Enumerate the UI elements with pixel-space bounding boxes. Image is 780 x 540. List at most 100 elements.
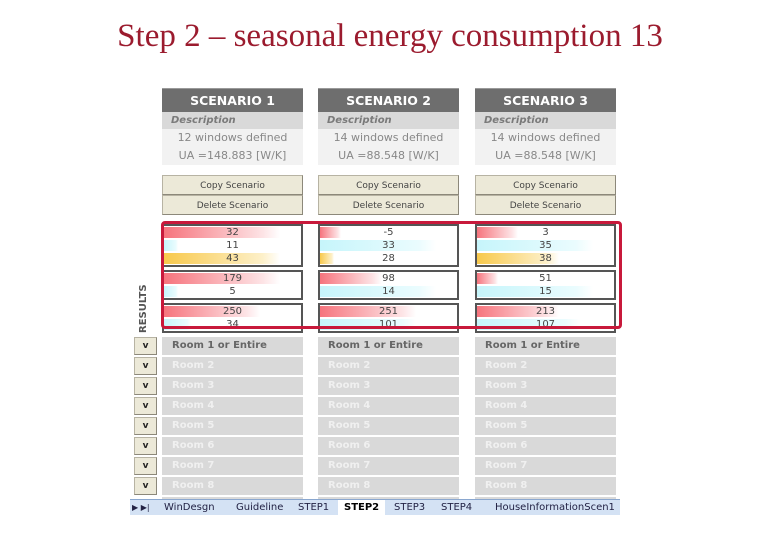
room-row[interactable]: Room 3 bbox=[475, 377, 616, 395]
room-expand-button[interactable]: v bbox=[134, 377, 157, 395]
result-cell[interactable]: 32 bbox=[164, 226, 301, 239]
result-cell[interactable]: 107 bbox=[477, 318, 614, 331]
result-cell[interactable]: 101 bbox=[320, 318, 457, 331]
tab-scroll-arrows[interactable]: ▶ ▶| bbox=[132, 500, 150, 515]
result-value: 34 bbox=[226, 319, 239, 330]
sheet-tab-windesgn[interactable]: WinDesgn bbox=[158, 500, 221, 515]
data-bar-cyan bbox=[164, 286, 178, 297]
data-bar-cyan bbox=[477, 240, 594, 251]
result-value: 35 bbox=[539, 240, 552, 251]
sheet-tab-guideline[interactable]: Guideline bbox=[230, 500, 289, 515]
data-bar-cyan bbox=[477, 286, 594, 297]
room-row[interactable]: Room 7 bbox=[318, 457, 459, 475]
result-cell[interactable]: 250 bbox=[164, 305, 301, 318]
description-ua: UA =88.548 [W/K] bbox=[475, 147, 616, 165]
data-bar-red bbox=[477, 273, 498, 284]
results-group-2: 179 5 bbox=[162, 270, 303, 300]
result-value: 98 bbox=[382, 273, 395, 284]
result-cell[interactable]: 38 bbox=[477, 252, 614, 265]
room-row[interactable]: Room 3 bbox=[162, 377, 303, 395]
room-expand-button[interactable]: v bbox=[134, 457, 157, 475]
delete-scenario-button[interactable]: Delete Scenario bbox=[318, 195, 459, 215]
room-row[interactable]: Room 4 bbox=[318, 397, 459, 415]
delete-scenario-button[interactable]: Delete Scenario bbox=[162, 195, 303, 215]
result-cell[interactable]: 251 bbox=[320, 305, 457, 318]
result-cell[interactable]: 11 bbox=[164, 239, 301, 252]
result-cell[interactable]: 98 bbox=[320, 272, 457, 285]
room-row[interactable]: Room 8 bbox=[318, 477, 459, 495]
description-ua: UA =148.883 [W/K] bbox=[162, 147, 303, 165]
room-row[interactable]: Room 8 bbox=[162, 477, 303, 495]
room-expand-button[interactable]: v bbox=[134, 417, 157, 435]
room-row[interactable]: Room 6 bbox=[318, 437, 459, 455]
result-value: 101 bbox=[378, 319, 399, 330]
room-row[interactable]: Room 1 or Entire House bbox=[475, 337, 616, 369]
result-cell[interactable]: 34 bbox=[164, 318, 301, 331]
results-group-1: 32 11 43 bbox=[162, 224, 303, 267]
result-cell[interactable]: 28 bbox=[320, 252, 457, 265]
data-bar-red bbox=[164, 306, 260, 317]
data-bar-yellow bbox=[164, 253, 281, 264]
result-cell[interactable]: 5 bbox=[164, 285, 301, 298]
room-row[interactable]: Room 8 bbox=[475, 477, 616, 495]
result-cell[interactable]: 43 bbox=[164, 252, 301, 265]
room-row[interactable]: Room 1 or Entire House bbox=[162, 337, 303, 369]
data-bar-red bbox=[320, 227, 341, 238]
room-row[interactable]: Room 2 bbox=[162, 357, 303, 375]
copy-scenario-button[interactable]: Copy Scenario bbox=[475, 175, 616, 195]
data-bar-red bbox=[164, 227, 281, 238]
room-row[interactable]: Room 7 bbox=[475, 457, 616, 475]
scenario-3-column: SCENARIO 3 Description 14 windows define… bbox=[475, 88, 616, 336]
sheet-tab-step2[interactable]: STEP2 bbox=[338, 500, 386, 515]
room-row[interactable]: Room 2 bbox=[475, 357, 616, 375]
copy-scenario-button[interactable]: Copy Scenario bbox=[318, 175, 459, 195]
room-row[interactable]: Room 3 bbox=[318, 377, 459, 395]
room-expand-button[interactable]: v bbox=[134, 477, 157, 495]
result-cell[interactable]: 213 bbox=[477, 305, 614, 318]
result-cell[interactable]: 3 bbox=[477, 226, 614, 239]
result-cell[interactable]: -5 bbox=[320, 226, 457, 239]
copy-scenario-button[interactable]: Copy Scenario bbox=[162, 175, 303, 195]
room-row[interactable]: Room 6 bbox=[162, 437, 303, 455]
result-cell[interactable]: 35 bbox=[477, 239, 614, 252]
room-row[interactable]: Room 4 bbox=[475, 397, 616, 415]
result-cell[interactable]: 14 bbox=[320, 285, 457, 298]
room-row[interactable]: Room 2 bbox=[318, 357, 459, 375]
room-row[interactable]: Room 5 bbox=[475, 417, 616, 435]
result-cell[interactable]: 179 bbox=[164, 272, 301, 285]
room-expand-button[interactable]: v bbox=[134, 357, 157, 375]
result-cell[interactable]: 33 bbox=[320, 239, 457, 252]
result-value: 213 bbox=[535, 306, 556, 317]
result-value: 107 bbox=[535, 319, 556, 330]
scenario-header: SCENARIO 3 bbox=[475, 88, 616, 112]
sheet-tab-step3[interactable]: STEP3 bbox=[388, 500, 431, 515]
room-row[interactable]: Room 5 bbox=[162, 417, 303, 435]
description-label: Description bbox=[318, 112, 459, 129]
results-group-3: 250 34 bbox=[162, 303, 303, 333]
sheet-tab-houseinformationscen1[interactable]: HouseInformationScen1 bbox=[489, 500, 621, 515]
description-label: Description bbox=[475, 112, 616, 129]
result-value: 33 bbox=[382, 240, 395, 251]
scenario-results: 3 35 38 51 15 213 107 bbox=[475, 224, 616, 333]
room-row[interactable]: Room 7 bbox=[162, 457, 303, 475]
description-windows: 12 windows defined bbox=[162, 129, 303, 147]
result-value: -5 bbox=[383, 227, 394, 238]
room-expand-button[interactable]: v bbox=[134, 337, 157, 355]
room-row[interactable]: Room 1 or Entire House bbox=[318, 337, 459, 369]
delete-scenario-button[interactable]: Delete Scenario bbox=[475, 195, 616, 215]
sheet-tab-step1[interactable]: STEP1 bbox=[292, 500, 335, 515]
scenario-header: SCENARIO 1 bbox=[162, 88, 303, 112]
results-group-3: 251 101 bbox=[318, 303, 459, 333]
result-cell[interactable]: 15 bbox=[477, 285, 614, 298]
description-label: Description bbox=[162, 112, 303, 129]
sheet-tab-step4[interactable]: STEP4 bbox=[435, 500, 478, 515]
room-row[interactable]: Room 6 bbox=[475, 437, 616, 455]
room-row[interactable]: Room 5 bbox=[318, 417, 459, 435]
result-cell[interactable]: 51 bbox=[477, 272, 614, 285]
data-bar-red bbox=[477, 227, 519, 238]
room-expand-button[interactable]: v bbox=[134, 397, 157, 415]
data-bar-cyan bbox=[320, 286, 437, 297]
sheet-tab-bar: ▶ ▶| WinDesgn Guideline STEP1 STEP2 STEP3 STE… bbox=[130, 499, 620, 515]
room-row[interactable]: Room 4 bbox=[162, 397, 303, 415]
room-expand-button[interactable]: v bbox=[134, 437, 157, 455]
